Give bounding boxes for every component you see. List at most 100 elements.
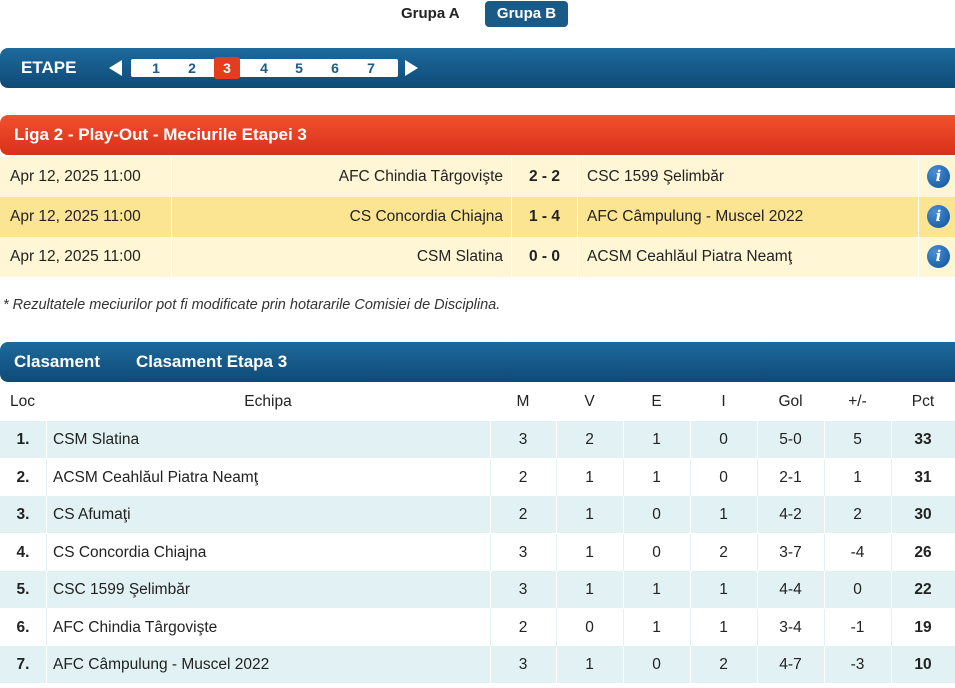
standing-wins: 1 [585,581,594,598]
etape-numbers: 1 2 3 4 5 6 7 [131,57,398,79]
standing-wins: 1 [585,656,594,673]
etapa-2-button[interactable]: 2 [179,59,205,77]
standing-losses: 1 [719,506,728,523]
standing-losses: 1 [719,581,728,598]
divider [46,533,47,571]
tab-clasament[interactable]: Clasament [14,352,100,372]
match-away-team[interactable]: CSC 1599 Şelimbăr [587,157,724,197]
divider [46,421,47,458]
match-home-team[interactable]: AFC Chindia Târgovişte [339,157,503,197]
etapa-4-button[interactable]: 4 [251,59,277,77]
match-row: Apr 12, 2025 11:00 CS Concordia Chiajna … [0,197,955,237]
table-row: 3. CS Afumaţi 2 1 0 1 4-2 2 30 [0,496,955,533]
standing-goal-diff: -4 [850,543,865,561]
standing-played: 3 [518,656,528,673]
divider [171,157,172,197]
match-date: Apr 12, 2025 11:00 [10,168,141,185]
info-icon[interactable]: i [927,205,950,228]
standings-column-headers: Loc Echipa M V E I Gol +/- Pct [0,384,955,420]
divider [577,157,578,197]
etape-bar: ETAPE 1 2 3 4 5 6 7 [0,48,955,88]
info-icon[interactable]: i [927,165,950,188]
standing-draws: 1 [652,581,661,598]
standing-points: 22 [914,581,932,598]
standing-played: 2 [518,618,528,636]
standing-position: 4. [16,543,30,561]
standing-goals: 3-4 [779,618,802,636]
table-row: 4. CS Concordia Chiajna 3 1 0 2 3-7 -4 26 [0,533,955,571]
prev-arrow-icon[interactable] [109,60,122,76]
standing-position: 7. [16,656,30,673]
etapa-6-button[interactable]: 6 [322,59,348,77]
col-m: M [516,393,530,410]
standing-points: 33 [914,431,932,448]
divider [171,237,172,277]
match-home-team[interactable]: CS Concordia Chiajna [350,197,503,237]
tab-grupa-b[interactable]: Grupa B [485,1,568,27]
match-away-team[interactable]: AFC Câmpulung - Muscel 2022 [587,197,803,237]
divider [577,237,578,277]
divider [918,237,919,277]
standing-played: 3 [518,543,528,561]
standing-team[interactable]: CSC 1599 Şelimbăr [53,571,190,608]
standings-header: Clasament Clasament Etapa 3 [0,342,955,382]
match-date: Apr 12, 2025 11:00 [10,208,141,225]
match-row: Apr 12, 2025 11:00 CSM Slatina 0 - 0 ACS… [0,237,955,277]
next-arrow-icon[interactable] [405,60,418,76]
standing-position: 3. [16,506,30,523]
tab-grupa-a[interactable]: Grupa A [401,1,460,27]
divider [46,496,47,533]
standing-team[interactable]: AFC Chindia Târgovişte [53,609,217,646]
match-score[interactable]: 0 - 0 [512,237,577,277]
etapa-7-button[interactable]: 7 [358,59,384,77]
standing-team[interactable]: CSM Slatina [53,421,139,458]
etapa-5-button[interactable]: 5 [286,59,312,77]
standing-goals: 2-1 [779,468,802,486]
match-home-team[interactable]: CSM Slatina [417,237,503,277]
standing-wins: 2 [585,431,594,448]
standing-draws: 0 [652,543,661,561]
standing-position: 6. [16,618,30,636]
standing-goal-diff: -1 [850,618,865,636]
standing-goals: 4-4 [779,581,802,598]
standing-points: 26 [914,543,932,561]
info-icon[interactable]: i [927,245,950,268]
standing-draws: 0 [652,506,661,523]
divider [46,458,47,496]
standing-goals: 4-7 [779,656,802,673]
standing-team[interactable]: AFC Câmpulung - Muscel 2022 [53,646,269,683]
standing-draws: 1 [652,468,661,486]
standing-goals: 5-0 [779,431,802,448]
standing-wins: 0 [585,618,594,636]
match-score[interactable]: 1 - 4 [512,197,577,237]
table-row: 2. ACSM Ceahlăul Piatra Neamţ 2 1 1 0 2-1 1 31 [0,458,955,496]
standing-position: 5. [16,581,30,598]
tab-clasament-etapa[interactable]: Clasament Etapa 3 [136,352,287,372]
standing-points: 31 [914,468,932,486]
standing-played: 2 [518,468,528,486]
standing-points: 19 [914,618,932,636]
match-row: Apr 12, 2025 11:00 AFC Chindia Târgovişt… [0,157,955,197]
standing-played: 3 [518,431,528,448]
divider [46,608,47,646]
disclaimer-note: * Rezultatele meciurilor pot fi modifica… [3,297,501,313]
standing-losses: 1 [719,618,728,636]
standing-goal-diff: 5 [853,431,862,448]
standing-draws: 0 [652,656,661,673]
standing-played: 3 [518,581,528,598]
standing-points: 10 [914,656,932,673]
standing-goal-diff: 2 [853,506,862,523]
divider [918,197,919,237]
standing-wins: 1 [585,543,594,561]
match-score[interactable]: 2 - 2 [512,157,577,197]
standing-team[interactable]: ACSM Ceahlăul Piatra Neamţ [53,459,258,496]
standing-team[interactable]: CS Concordia Chiajna [53,534,206,571]
standing-goal-diff: 0 [853,581,862,598]
standing-team[interactable]: CS Afumaţi [53,496,131,533]
etapa-1-button[interactable]: 1 [143,59,169,77]
etapa-3-button[interactable]: 3 [214,57,240,79]
standing-goal-diff: 1 [853,468,862,486]
match-away-team[interactable]: ACSM Ceahlăul Piatra Neamţ [587,237,792,277]
table-row: 5. CSC 1599 Şelimbăr 3 1 1 1 4-4 0 22 [0,571,955,608]
divider [171,197,172,237]
